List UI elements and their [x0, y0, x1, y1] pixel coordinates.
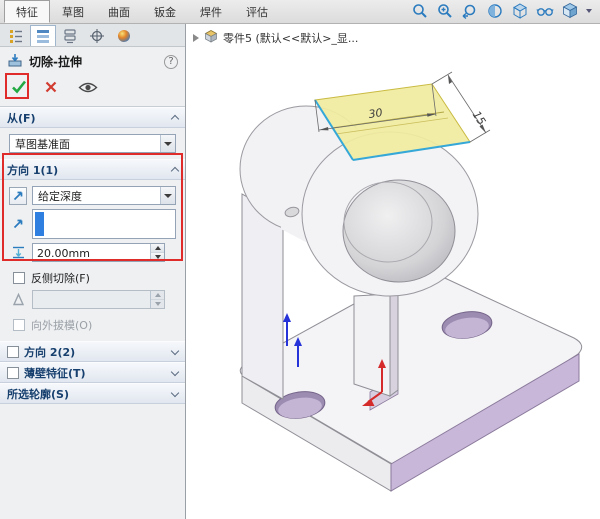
direction1-section: 方向 1(1) 给定深度 [0, 159, 185, 341]
selected-contours-section: 所选轮廓(S) [0, 383, 185, 404]
graphics-area[interactable]: 零件5 (默认<<默认>_显... [186, 24, 600, 519]
zoom-fit-icon[interactable] [410, 2, 429, 21]
display-manager-tab[interactable] [111, 25, 137, 46]
feature-manager-tab[interactable] [3, 25, 29, 46]
preview-eye-button[interactable] [78, 81, 98, 97]
ribbon-tab-weldments[interactable]: 焊件 [188, 0, 234, 23]
command-actions [0, 74, 185, 107]
thin-feature-section-header[interactable]: 薄壁特征(T) [0, 362, 185, 383]
dimxpert-manager-tab[interactable] [84, 25, 110, 46]
expand-chevron-icon[interactable] [171, 367, 179, 375]
help-icon[interactable]: ? [164, 55, 178, 69]
collapse-chevron-icon[interactable] [171, 115, 179, 123]
command-title-row: 切除-拉伸 ? [0, 47, 185, 74]
display-style-icon[interactable] [510, 2, 529, 21]
property-manager-tab[interactable] [30, 25, 56, 46]
depth-value: 20.00mm [33, 244, 150, 261]
dimension-15-label[interactable]: 15 [470, 109, 489, 128]
direction-arrow-icon [9, 215, 27, 233]
front-rib[interactable] [354, 290, 398, 396]
start-condition-value: 草图基准面 [15, 136, 70, 152]
bearing-bore[interactable] [343, 180, 455, 282]
part-icon [204, 29, 218, 46]
from-section-label: 从(F) [7, 110, 36, 126]
depth-spin-down[interactable] [151, 253, 164, 261]
part-model[interactable]: 30 15 [186, 24, 600, 519]
ribbon-tab-sketch[interactable]: 草图 [50, 0, 96, 23]
draft-angle-value [33, 291, 150, 308]
heads-up-toolbar [402, 0, 600, 23]
direction2-checkbox[interactable] [7, 346, 19, 358]
base-plate[interactable] [240, 267, 581, 491]
cut-extrude-icon [7, 52, 23, 71]
direction2-section-header[interactable]: 方向 2(2) [0, 341, 185, 362]
ribbon-tab-surfaces[interactable]: 曲面 [96, 0, 142, 23]
depth-icon [9, 244, 27, 262]
flip-side-label: 反侧切除(F) [31, 270, 90, 286]
collapse-chevron-icon[interactable] [171, 167, 179, 175]
start-condition-combobox[interactable]: 草图基准面 [9, 134, 176, 153]
dropdown-arrow-icon[interactable] [160, 187, 175, 204]
end-condition-value: 给定深度 [38, 188, 82, 204]
thin-feature-section: 薄壁特征(T) [0, 362, 185, 383]
selection-highlight [35, 212, 44, 236]
command-title: 切除-拉伸 [29, 53, 82, 70]
draft-angle-input [32, 290, 165, 309]
thin-feature-checkbox[interactable] [7, 367, 19, 379]
manager-tabs [0, 24, 185, 47]
section-view-icon[interactable] [485, 2, 504, 21]
expand-chevron-icon[interactable] [171, 346, 179, 354]
flyout-arrow-icon[interactable] [193, 34, 199, 42]
configuration-manager-tab[interactable] [57, 25, 83, 46]
cancel-button[interactable] [44, 80, 58, 97]
view-orientation-caret-icon[interactable] [586, 9, 592, 13]
breadcrumb-text[interactable]: 零件5 (默认<<默认>_显... [223, 30, 358, 46]
draft-icon [9, 291, 27, 309]
direction2-section-label: 方向 2(2) [24, 344, 75, 360]
draft-spin-down [151, 300, 164, 308]
from-section: 从(F) 草图基准面 [0, 107, 185, 159]
draft-spin-up [151, 291, 164, 300]
property-manager-panel: 切除-拉伸 ? 从(F) 草图基准面 [0, 24, 186, 519]
direction-reference-listbox[interactable] [32, 209, 176, 239]
ribbon-bar: 特征 草图 曲面 钣金 焊件 评估 [0, 0, 600, 24]
from-section-header[interactable]: 从(F) [0, 107, 185, 128]
ok-button[interactable] [10, 78, 28, 99]
draft-outward-label: 向外拔模(O) [31, 317, 92, 333]
view-orientation-icon[interactable] [560, 2, 579, 21]
dropdown-arrow-icon[interactable] [160, 135, 175, 152]
direction2-section: 方向 2(2) [0, 341, 185, 362]
draft-outward-checkbox [13, 319, 25, 331]
ribbon-tab-evaluate[interactable]: 评估 [234, 0, 280, 23]
solidworks-window: 特征 草图 曲面 钣金 焊件 评估 [0, 0, 600, 519]
ribbon-tab-features[interactable]: 特征 [4, 0, 50, 23]
selected-contours-section-header[interactable]: 所选轮廓(S) [0, 383, 185, 404]
selected-contours-section-label: 所选轮廓(S) [7, 386, 69, 402]
depth-spin-up[interactable] [151, 244, 164, 253]
direction1-section-header[interactable]: 方向 1(1) [0, 159, 185, 180]
expand-chevron-icon[interactable] [171, 388, 179, 396]
end-condition-combobox[interactable]: 给定深度 [32, 186, 176, 205]
dimension-30-label[interactable]: 30 [368, 106, 384, 121]
thin-feature-section-label: 薄壁特征(T) [24, 365, 86, 381]
reverse-direction-button[interactable] [9, 187, 27, 205]
previous-view-icon[interactable] [460, 2, 479, 21]
ribbon-tab-sheetmetal[interactable]: 钣金 [142, 0, 188, 23]
zoom-area-icon[interactable] [435, 2, 454, 21]
ribbon-tabs: 特征 草图 曲面 钣金 焊件 评估 [4, 0, 280, 23]
flip-side-checkbox[interactable] [13, 272, 25, 284]
hide-show-items-icon[interactable] [535, 2, 554, 21]
breadcrumb[interactable]: 零件5 (默认<<默认>_显... [193, 29, 358, 46]
depth-input[interactable]: 20.00mm [32, 243, 165, 262]
direction1-section-label: 方向 1(1) [7, 162, 58, 178]
